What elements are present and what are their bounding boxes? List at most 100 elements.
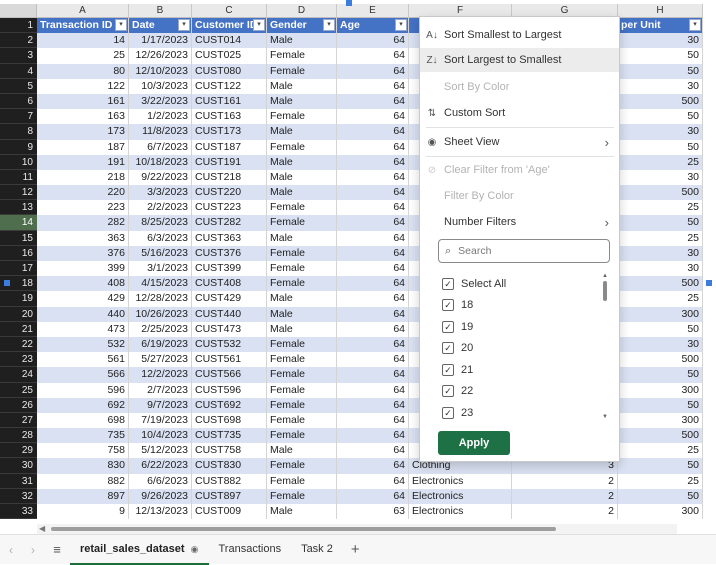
row-number[interactable]: 20 bbox=[0, 306, 37, 322]
table-cell[interactable]: CUST376 bbox=[192, 245, 267, 261]
table-cell[interactable]: Male bbox=[267, 443, 337, 459]
table-cell[interactable]: 223 bbox=[37, 200, 129, 216]
table-cell[interactable]: 187 bbox=[37, 139, 129, 155]
table-cell[interactable]: 80 bbox=[37, 63, 129, 79]
table-cell[interactable]: Male bbox=[267, 230, 337, 246]
table-cell[interactable]: 9 bbox=[37, 504, 129, 520]
table-cell[interactable]: CUST122 bbox=[192, 78, 267, 94]
table-cell[interactable]: 5/12/2023 bbox=[129, 443, 192, 459]
table-cell[interactable]: 64 bbox=[337, 458, 409, 474]
select-all-option[interactable]: ✓ Select All bbox=[438, 273, 610, 295]
table-cell[interactable]: Female bbox=[267, 63, 337, 79]
table-cell[interactable]: CUST163 bbox=[192, 109, 267, 125]
table-cell[interactable]: 64 bbox=[337, 352, 409, 368]
table-cell[interactable]: 561 bbox=[37, 352, 129, 368]
table-cell[interactable]: 4/15/2023 bbox=[129, 276, 192, 292]
table-cell[interactable]: 10/18/2023 bbox=[129, 154, 192, 170]
table-cell[interactable]: 50 bbox=[618, 109, 703, 125]
filter-dropdown-icon[interactable]: ▾ bbox=[115, 19, 127, 31]
table-cell[interactable]: 220 bbox=[37, 185, 129, 201]
table-cell[interactable]: 300 bbox=[618, 412, 703, 429]
table-cell[interactable]: 64 bbox=[337, 306, 409, 322]
table-cell[interactable]: Electronics bbox=[409, 504, 512, 520]
table-cell[interactable]: 50 bbox=[618, 367, 703, 383]
table-cell[interactable]: 830 bbox=[37, 458, 129, 474]
table-cell[interactable]: CUST882 bbox=[192, 473, 267, 489]
column-header[interactable]: D bbox=[267, 4, 337, 18]
scroll-down-icon[interactable]: ▼ bbox=[601, 414, 609, 420]
table-cell[interactable]: 30 bbox=[618, 78, 703, 94]
table-cell[interactable]: Female bbox=[267, 352, 337, 368]
table-cell[interactable]: Male bbox=[267, 154, 337, 170]
table-cell[interactable]: 64 bbox=[337, 139, 409, 155]
table-cell[interactable]: 12/10/2023 bbox=[129, 63, 192, 79]
row-number[interactable]: 16 bbox=[0, 245, 37, 261]
checkbox-checked-icon[interactable]: ✓ bbox=[442, 406, 454, 419]
table-cell[interactable]: Female bbox=[267, 397, 337, 413]
column-header[interactable]: B bbox=[129, 4, 192, 18]
table-cell[interactable]: 30 bbox=[618, 261, 703, 277]
table-cell[interactable]: 9/22/2023 bbox=[129, 169, 192, 186]
table-cell[interactable]: Electronics bbox=[409, 488, 512, 504]
checkbox-checked-icon[interactable]: ✓ bbox=[442, 320, 454, 333]
row-number[interactable]: 21 bbox=[0, 321, 37, 337]
table-cell[interactable]: 2/2/2023 bbox=[129, 200, 192, 216]
table-cell[interactable]: 399 bbox=[37, 261, 129, 277]
table-cell[interactable]: 163 bbox=[37, 109, 129, 125]
header-cell[interactable]: per Unit ▾ bbox=[618, 18, 703, 34]
table-cell[interactable]: 25 bbox=[37, 48, 129, 64]
table-cell[interactable]: CUST758 bbox=[192, 443, 267, 459]
filter-dropdown-icon[interactable]: ▾ bbox=[178, 19, 190, 31]
table-cell[interactable]: CUST173 bbox=[192, 124, 267, 140]
table-cell[interactable]: Male bbox=[267, 504, 337, 520]
filter-value-option[interactable]: ✓ 19 bbox=[438, 316, 610, 338]
row-number[interactable]: 17 bbox=[0, 261, 37, 277]
row-number[interactable]: 2 bbox=[0, 33, 37, 49]
table-cell[interactable]: 12/13/2023 bbox=[129, 504, 192, 520]
table-cell[interactable]: 30 bbox=[618, 33, 703, 49]
table-cell[interactable]: 2 bbox=[512, 504, 618, 520]
row-number[interactable]: 3 bbox=[0, 48, 37, 64]
table-cell[interactable]: CUST532 bbox=[192, 336, 267, 353]
checkbox-checked-icon[interactable]: ✓ bbox=[442, 385, 454, 398]
table-cell[interactable]: 25 bbox=[618, 200, 703, 216]
table-cell[interactable]: CUST408 bbox=[192, 276, 267, 292]
row-number[interactable]: 8 bbox=[0, 124, 37, 140]
scroll-thumb[interactable] bbox=[51, 527, 556, 531]
table-cell[interactable]: 12/28/2023 bbox=[129, 291, 192, 307]
table-cell[interactable]: 64 bbox=[337, 48, 409, 64]
table-cell[interactable]: 25 bbox=[618, 230, 703, 246]
table-cell[interactable]: Male bbox=[267, 291, 337, 307]
header-cell[interactable]: Transaction ID ▾ bbox=[37, 18, 129, 34]
table-cell[interactable]: 64 bbox=[337, 397, 409, 413]
custom-sort-item[interactable]: ⇅ Custom Sort bbox=[420, 101, 619, 125]
table-cell[interactable]: 2/25/2023 bbox=[129, 321, 192, 337]
table-cell[interactable]: 64 bbox=[337, 109, 409, 125]
table-cell[interactable]: 30 bbox=[618, 169, 703, 186]
sort-descending-item[interactable]: Z↓ Sort Largest to Smallest bbox=[420, 48, 619, 72]
table-cell[interactable]: CUST897 bbox=[192, 488, 267, 504]
table-cell[interactable]: 64 bbox=[337, 200, 409, 216]
table-cell[interactable]: 161 bbox=[37, 93, 129, 110]
table-cell[interactable]: 50 bbox=[618, 139, 703, 155]
table-cell[interactable]: Female bbox=[267, 473, 337, 489]
header-cell[interactable]: Gender ▾ bbox=[267, 18, 337, 34]
table-cell[interactable]: Male bbox=[267, 33, 337, 49]
table-cell[interactable]: 64 bbox=[337, 63, 409, 79]
table-cell[interactable]: 1/17/2023 bbox=[129, 33, 192, 49]
filter-dropdown-icon[interactable]: ▾ bbox=[323, 19, 335, 31]
row-number[interactable]: 28 bbox=[0, 428, 37, 444]
row-number[interactable]: 14 bbox=[0, 215, 37, 231]
table-cell[interactable]: 5/16/2023 bbox=[129, 245, 192, 261]
sort-ascending-item[interactable]: A↓ Sort Smallest to Largest bbox=[420, 23, 619, 47]
table-cell[interactable]: 440 bbox=[37, 306, 129, 322]
table-cell[interactable]: 64 bbox=[337, 382, 409, 398]
row-number[interactable]: 31 bbox=[0, 473, 37, 489]
table-cell[interactable]: 500 bbox=[618, 352, 703, 368]
select-all-corner[interactable] bbox=[0, 4, 37, 18]
table-cell[interactable]: 64 bbox=[337, 291, 409, 307]
table-cell[interactable]: 64 bbox=[337, 336, 409, 353]
filter-value-option[interactable]: ✓ 22 bbox=[438, 381, 610, 403]
table-cell[interactable]: Male bbox=[267, 93, 337, 110]
table-cell[interactable]: 64 bbox=[337, 367, 409, 383]
